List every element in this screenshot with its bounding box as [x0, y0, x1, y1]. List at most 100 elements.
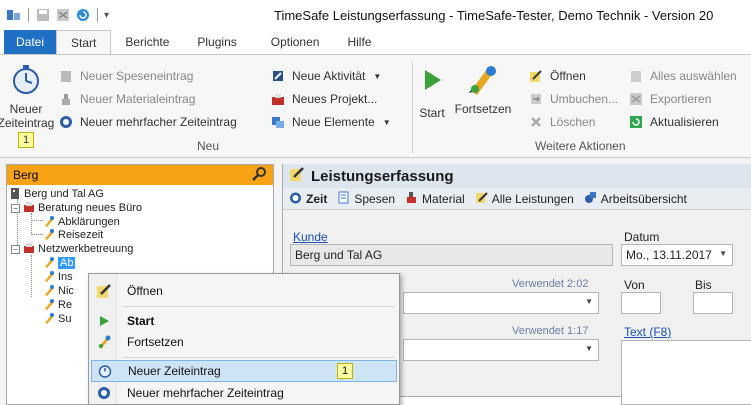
multi-time-icon [58, 114, 74, 130]
panel-title: Leistungserfassung [311, 167, 454, 185]
text-area[interactable] [621, 340, 751, 405]
tab-start[interactable]: Start [56, 30, 112, 55]
new-activity-button[interactable]: Neue Aktivität ▼ [270, 67, 381, 85]
tab-plugins[interactable]: Plugins [183, 30, 250, 54]
search-bar[interactable]: Berg [7, 165, 273, 185]
context-menu-new-multi-time-entry[interactable]: Neuer mehrfacher Zeiteintrag [91, 382, 397, 404]
context-menu-start[interactable]: Start [91, 310, 397, 332]
tab-spesen[interactable]: Spesen [337, 191, 395, 207]
expense-icon [58, 68, 74, 84]
refresh-button[interactable]: Aktualisieren [628, 113, 719, 131]
search-icon[interactable] [251, 166, 267, 185]
tree-node-label: Berg und Tal AG [24, 188, 104, 200]
multi-time-icon [91, 386, 117, 400]
toolbar-divider [28, 8, 29, 22]
customer-link[interactable]: Kunde [293, 230, 328, 244]
collapse-icon[interactable]: − [11, 203, 20, 213]
context-menu-continue[interactable]: Fortsetzen [91, 331, 397, 353]
new-project-label: Neues Projekt... [292, 92, 378, 106]
tree-node-activity[interactable]: Ins [43, 270, 73, 284]
text-link[interactable]: Text (F8) [624, 325, 671, 339]
dropdown-arrow-icon[interactable]: ▼ [719, 249, 727, 258]
date-field[interactable]: Mo., 13.11.2017 ▼ [621, 244, 733, 266]
dropdown-arrow-icon: ▼ [382, 117, 391, 127]
new-time-entry-button[interactable]: Neuer Zeiteintrag 1 [0, 63, 54, 148]
tab-hilfe[interactable]: Hilfe [333, 30, 385, 54]
collapse-icon[interactable]: − [11, 244, 20, 254]
context-menu-new-time-entry[interactable]: Neuer Zeiteintrag 1 [91, 360, 397, 382]
window-title: TimeSafe Leistungserfassung - TimeSafe-T… [274, 8, 714, 23]
date-value: Mo., 13.11.2017 [626, 248, 712, 262]
keytip-badge: 1 [17, 132, 35, 148]
customer-field[interactable]: Berg und Tal AG [290, 244, 613, 266]
tree-node-project[interactable]: − Beratung neues Büro [11, 201, 142, 215]
context-menu: Öffnen Start Fortsetzen Neuer Zeiteintra… [88, 273, 400, 405]
to-time-field[interactable] [693, 292, 733, 314]
context-menu-open[interactable]: Öffnen [91, 280, 397, 302]
tree-node-activity[interactable]: Su [43, 312, 71, 326]
expense-icon [337, 191, 350, 207]
new-expense-entry-button[interactable]: Neuer Speseneintrag [58, 67, 193, 85]
used-time-hint: Verwendet 1:17 [512, 325, 589, 337]
tree-node-activity-selected[interactable]: Ab [43, 256, 76, 270]
new-multi-time-entry-button[interactable]: Neuer mehrfacher Zeiteintrag [58, 113, 237, 131]
new-project-button[interactable]: Neues Projekt... [270, 90, 377, 108]
export-button[interactable]: Exportieren [628, 90, 711, 108]
refresh-icon[interactable] [75, 7, 91, 23]
open-button[interactable]: Öffnen [528, 67, 586, 85]
export-icon[interactable] [55, 7, 71, 23]
save-icon[interactable] [35, 7, 51, 23]
elements-icon [270, 114, 286, 130]
rebook-button[interactable]: Umbuchen... [528, 90, 618, 108]
search-input[interactable]: Berg [13, 168, 38, 182]
new-elements-button[interactable]: Neue Elemente ▼ [270, 113, 391, 131]
open-icon [91, 283, 117, 299]
tree-node-activity[interactable]: Nic [43, 284, 74, 298]
tree-node-activity[interactable]: Re [43, 298, 72, 312]
tab-datei[interactable]: Datei [4, 30, 57, 54]
new-material-entry-button[interactable]: Neuer Materialeintrag [58, 90, 195, 108]
activity-combo[interactable]: ▼ [403, 339, 599, 361]
activity-icon [43, 228, 55, 243]
material-icon [58, 91, 74, 107]
new-elements-label: Neue Elemente [292, 115, 375, 129]
tab-berichte[interactable]: Berichte [111, 30, 183, 54]
used-time-hint: Verwendet 2:02 [512, 278, 589, 290]
start-button[interactable]: Start [414, 67, 450, 120]
stopwatch-icon [10, 63, 42, 98]
select-all-button[interactable]: Alles auswählen [628, 67, 737, 85]
tree-connector [31, 213, 32, 235]
tab-zeit[interactable]: Zeit [289, 191, 327, 207]
tab-optionen[interactable]: Optionen [257, 30, 334, 54]
open-icon [528, 68, 544, 84]
tree-node-project[interactable]: − Netzwerkbetreuung [11, 242, 133, 256]
tree-node-customer[interactable]: Berg und Tal AG [9, 187, 104, 201]
tab-arbeitsuebersicht-label: Arbeitsübersicht [600, 191, 687, 206]
project-icon [23, 242, 35, 257]
customize-qat-icon[interactable]: ▾ [104, 10, 109, 21]
tab-spesen-label: Spesen [354, 191, 396, 206]
new-material-entry-label: Neuer Materialeintrag [80, 92, 196, 106]
menu-divider [123, 357, 395, 358]
tree-node-activity[interactable]: Reisezeit [43, 228, 103, 242]
project-combo[interactable]: ▼ [403, 292, 599, 314]
app-icon[interactable] [6, 7, 22, 23]
stopwatch-icon [289, 191, 302, 207]
start-label: Start [419, 106, 445, 120]
date-label: Datum [624, 230, 660, 244]
edit-icon [289, 166, 305, 186]
context-menu-label: Fortsetzen [127, 335, 184, 349]
tree-node-label: Re [58, 299, 73, 311]
tab-arbeitsuebersicht[interactable]: Arbeitsübersicht [584, 191, 687, 207]
dropdown-arrow-icon[interactable]: ▼ [585, 344, 593, 353]
stopwatch-icon [92, 364, 118, 378]
dropdown-arrow-icon[interactable]: ▼ [585, 297, 593, 306]
delete-button[interactable]: Löschen [528, 113, 595, 131]
from-time-field[interactable] [621, 292, 661, 314]
new-activity-label: Neue Aktivität [292, 69, 366, 83]
tab-alle-leistungen[interactable]: Alle Leistungen [475, 191, 574, 207]
tab-material[interactable]: Material [405, 191, 465, 207]
ribbon: Neuer Zeiteintrag 1 Neuer Speseneintrag … [0, 54, 751, 158]
rebook-icon [528, 91, 544, 107]
continue-button[interactable]: Fortsetzen [452, 63, 514, 116]
